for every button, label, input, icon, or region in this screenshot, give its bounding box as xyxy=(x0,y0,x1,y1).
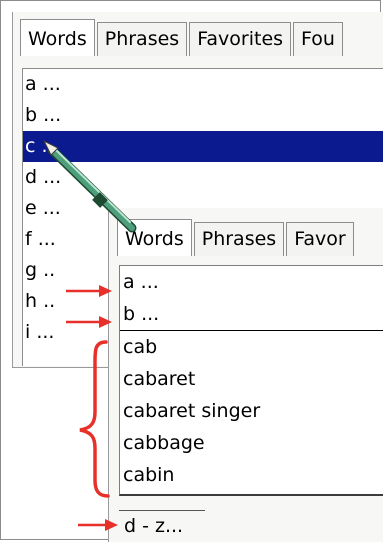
arrow-icon xyxy=(66,285,112,297)
arrow-icon xyxy=(78,519,118,531)
brace-icon xyxy=(79,340,110,498)
annotation-layer xyxy=(42,139,137,531)
arrow-icon xyxy=(66,316,112,328)
stylus-icon xyxy=(42,139,137,233)
